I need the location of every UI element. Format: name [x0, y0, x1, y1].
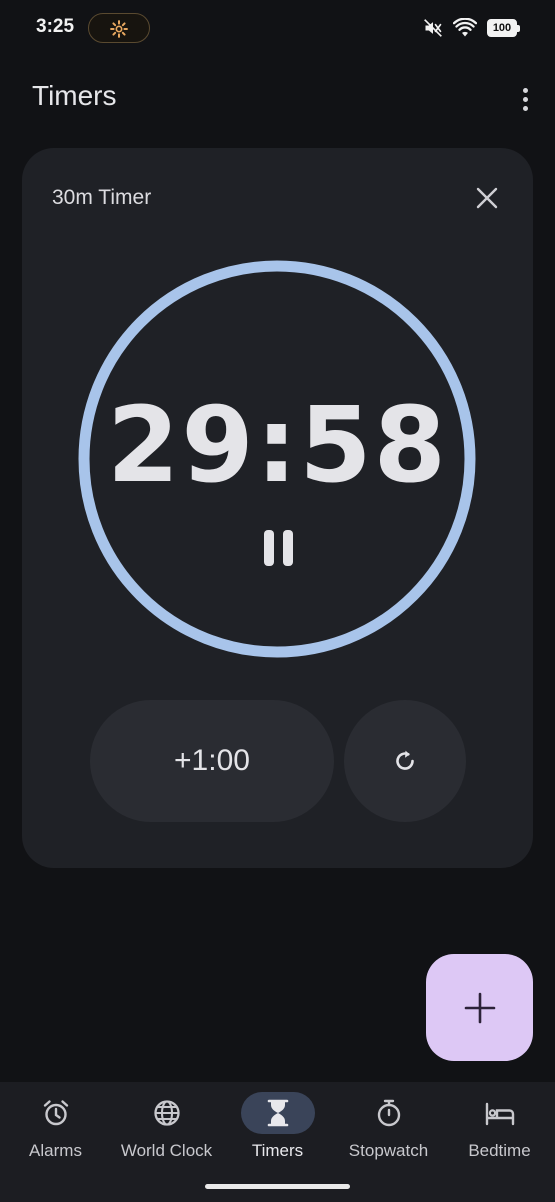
wifi-icon	[453, 18, 477, 37]
more-vert-icon[interactable]	[515, 82, 535, 116]
battery-icon: 100	[487, 19, 520, 37]
reset-icon	[396, 750, 414, 770]
globe-icon	[153, 1100, 180, 1126]
nav-item-world-clock[interactable]: World Clock	[111, 1082, 222, 1182]
bed-icon	[485, 1102, 514, 1126]
close-icon	[476, 187, 498, 209]
nav-label-bedtime: Bedtime	[468, 1141, 531, 1160]
nav-label-alarms: Alarms	[29, 1141, 82, 1160]
clock-app-screen: 3:25 100 Timers 30m Timer 29:58 +1:00 Al…	[0, 0, 555, 1202]
nav-label-timers: Timers	[251, 1141, 304, 1160]
add-minute-button[interactable]: +1:00	[90, 700, 334, 822]
pause-button[interactable]	[258, 528, 298, 568]
status-bar: 3:25 100	[0, 0, 555, 58]
page-title: Timers	[32, 80, 117, 111]
nav-item-stopwatch[interactable]: Stopwatch	[333, 1082, 444, 1182]
nav-item-bedtime[interactable]: Bedtime	[444, 1082, 555, 1182]
alarm-icon	[43, 1100, 68, 1126]
close-timer-button[interactable]	[473, 184, 501, 212]
nav-label-stopwatch: Stopwatch	[348, 1141, 429, 1160]
status-icons: 100	[423, 14, 520, 42]
nav-item-alarms[interactable]: Alarms	[0, 1082, 111, 1182]
reset-button[interactable]	[344, 700, 466, 822]
timer-label[interactable]: 30m Timer	[52, 186, 151, 210]
nav-item-timers[interactable]: Timers	[222, 1082, 333, 1182]
gear-icon	[110, 20, 128, 38]
nav-label-world-clock: World Clock	[120, 1141, 213, 1160]
pause-icon	[282, 530, 293, 566]
plus-icon	[464, 992, 495, 1023]
timer-card: 30m Timer 29:58 +1:00	[22, 148, 533, 868]
settings-chip[interactable]	[88, 13, 150, 43]
time-remaining: 29:58	[106, 384, 449, 506]
status-time: 3:25	[36, 16, 75, 37]
hourglass-icon	[267, 1099, 288, 1127]
battery-level: 100	[492, 22, 512, 34]
gesture-handle[interactable]	[205, 1184, 350, 1189]
pause-icon	[263, 530, 274, 566]
stopwatch-icon	[377, 1099, 400, 1127]
add-timer-button[interactable]	[426, 954, 533, 1061]
mute-icon	[424, 19, 442, 37]
